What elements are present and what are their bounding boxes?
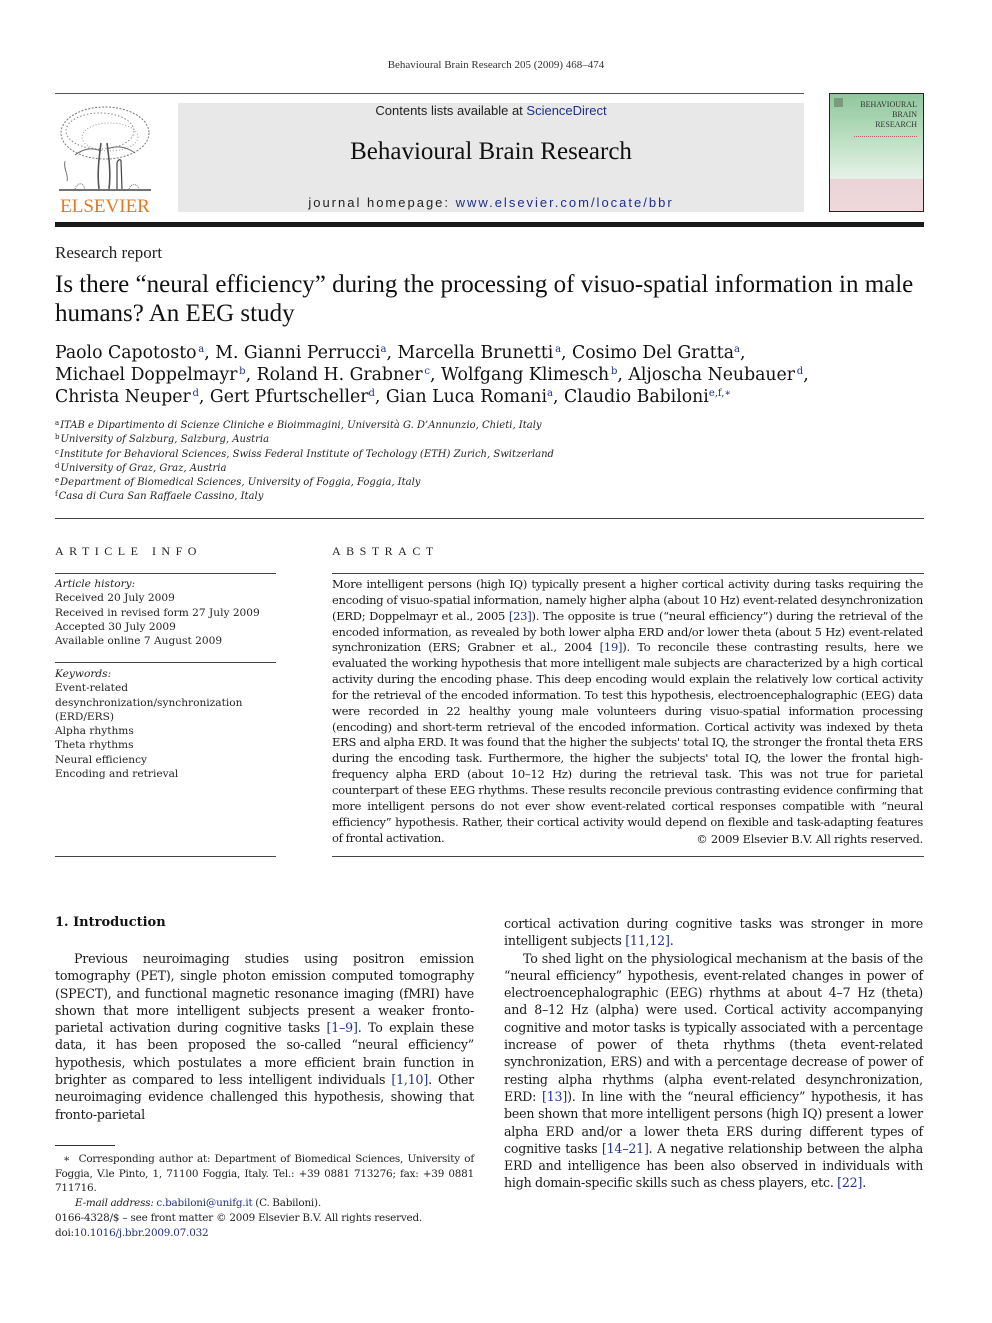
author[interactable]: Michael Doppelmayr	[55, 365, 237, 385]
citation-link[interactable]: [13]	[542, 1089, 567, 1104]
affiliation-item: c Institute for Behavioral Sciences, Swi…	[55, 447, 554, 460]
history-item: Available online 7 August 2009	[55, 635, 223, 648]
divider	[55, 573, 276, 574]
keyword-item: Theta rhythms	[55, 739, 134, 752]
sciencedirect-link[interactable]: ScienceDirect	[526, 103, 606, 118]
introduction-column-right: cortical activation during cognitive tas…	[504, 915, 923, 1192]
citation-link[interactable]: [22]	[837, 1175, 862, 1190]
affiliation-ref[interactable]: a	[734, 344, 740, 355]
article-title: Is there “neural efficiency” during the …	[55, 271, 914, 327]
divider	[332, 856, 924, 857]
cover-publisher-icon	[834, 98, 843, 107]
affiliation-item: a ITAB e Dipartimento di Scienze Clinich…	[55, 419, 542, 432]
article-history: Article history: Received 20 July 2009 R…	[55, 577, 285, 648]
issn-line: 0166-4328/$ – see front matter © 2009 El…	[55, 1212, 423, 1224]
running-head: Behavioural Brain Research 205 (2009) 46…	[387, 59, 605, 71]
keyword-item: Encoding and retrieval	[55, 768, 179, 781]
affiliation-item: e Department of Biomedical Sciences, Uni…	[55, 476, 421, 489]
doi-link[interactable]: 10.1016/j.bbr.2009.07.032	[74, 1227, 209, 1239]
journal-cover-thumbnail: BEHAVIOURAL BRAIN RESEARCH	[829, 93, 924, 212]
article-type: Research report	[55, 243, 163, 262]
author-list: Paolo Capotosto a, M. Gianni Perruccia, …	[55, 343, 809, 407]
affiliation-ref[interactable]: b	[239, 366, 245, 377]
introduction-heading: 1. Introduction	[55, 915, 166, 930]
email-label: E-mail address:	[75, 1196, 154, 1209]
history-item: Accepted 30 July 2009	[55, 620, 176, 633]
author[interactable]: Claudio Babiloni	[564, 387, 709, 407]
introduction-column-left: Previous neuroimaging studies using posi…	[55, 950, 474, 1123]
affiliation-item: b University of Salzburg, Salzburg, Aust…	[55, 433, 270, 446]
paragraph: Previous neuroimaging studies using posi…	[55, 951, 474, 1122]
author[interactable]: Roland H. Grabner	[257, 365, 423, 385]
keyword-item: desynchronization/synchronization	[55, 696, 243, 709]
keyword-item: Alpha rhythms	[55, 725, 134, 738]
affiliation-ref[interactable]: d	[368, 388, 374, 399]
abstract-heading: ABSTRACT	[332, 544, 439, 558]
homepage-prefix: journal homepage:	[308, 195, 456, 210]
journal-title: Behavioural Brain Research	[350, 138, 632, 165]
email-link[interactable]: c.babiloni@unifg.it	[156, 1197, 252, 1209]
elsevier-wordmark: ELSEVIER	[60, 196, 150, 217]
affiliation-ref[interactable]: a	[380, 344, 386, 355]
affiliation-ref[interactable]: b	[611, 366, 617, 377]
section-divider	[55, 518, 924, 519]
footnote-marker: ∗	[63, 1153, 70, 1165]
history-item: Received 20 July 2009	[55, 592, 175, 605]
homepage-link[interactable]: www.elsevier.com/locate/bbr	[456, 195, 674, 210]
affiliation-ref[interactable]: d	[797, 366, 803, 377]
history-label: Article history:	[55, 578, 136, 590]
abstract-text: More intelligent persons (high IQ) typic…	[332, 577, 924, 845]
citation-link[interactable]: [19]	[600, 640, 623, 654]
author[interactable]: Gert Pfurtscheller	[210, 387, 369, 407]
cover-subtitle-line	[854, 134, 917, 137]
author[interactable]: Cosimo Del Gratta	[572, 343, 734, 363]
keywords: Keywords: Event-related desynchronizatio…	[55, 667, 285, 781]
history-item: Received in revised form 27 July 2009	[55, 606, 260, 619]
article-info-heading: ARTICLE INFO	[55, 544, 202, 558]
top-divider	[55, 93, 804, 94]
affiliation-item: f Casa di Cura San Raffaele Cassino, Ita…	[55, 490, 264, 503]
citation-link[interactable]: [11,12]	[625, 933, 670, 948]
contents-availability: Contents lists available at ScienceDirec…	[178, 103, 804, 118]
keyword-item: Neural efficiency	[55, 753, 148, 766]
divider	[55, 856, 276, 857]
corresponding-author-footnote: ∗ Corresponding author at: Department of…	[55, 1153, 474, 1209]
affiliation-ref[interactable]: a	[198, 344, 204, 355]
divider	[332, 573, 924, 574]
header-thick-divider	[55, 222, 924, 227]
affiliation-ref[interactable]: a	[555, 344, 561, 355]
cover-title: BEHAVIOURAL BRAIN RESEARCH	[860, 100, 917, 129]
author[interactable]: Wolfgang Klimesch	[441, 365, 609, 385]
keyword-item: Event-related	[55, 682, 128, 695]
paragraph-continued: cortical activation during cognitive tas…	[504, 916, 923, 949]
divider	[55, 662, 276, 663]
keywords-label: Keywords:	[55, 668, 112, 680]
affiliation-item: d University of Graz, Graz, Austria	[55, 461, 227, 474]
affiliation-list: a ITAB e Dipartimento di Scienze Clinich…	[55, 419, 935, 505]
affiliation-ref[interactable]: a	[547, 388, 553, 399]
affiliation-ref[interactable]: e,f,∗	[709, 388, 731, 399]
author[interactable]: Paolo Capotosto	[55, 343, 197, 363]
citation-link[interactable]: [14–21]	[602, 1141, 649, 1156]
journal-homepage: journal homepage: www.elsevier.com/locat…	[178, 195, 804, 210]
author[interactable]: Aljoscha Neubauer	[628, 365, 795, 385]
paragraph: To shed light on the physiological mecha…	[504, 950, 923, 1191]
affiliation-ref[interactable]: d	[193, 388, 199, 399]
author[interactable]: Marcella Brunetti	[397, 343, 553, 363]
abstract-copyright: © 2009 Elsevier B.V. All rights reserved…	[696, 832, 923, 846]
affiliation-ref[interactable]: c	[424, 366, 430, 377]
keyword-item: (ERD/ERS)	[55, 710, 115, 723]
footnote-divider	[55, 1145, 115, 1146]
author[interactable]: Christa Neuper	[55, 387, 191, 407]
author[interactable]: Gian Luca Romani	[386, 387, 547, 407]
front-matter: 0166-4328/$ – see front matter © 2009 El…	[55, 1211, 474, 1241]
contents-prefix: Contents lists available at	[375, 103, 527, 118]
citation-link[interactable]: [23]	[509, 609, 532, 623]
author[interactable]: M. Gianni Perrucci	[215, 343, 380, 363]
citation-link[interactable]: [1,10]	[391, 1072, 428, 1087]
citation-link[interactable]: [1–9]	[327, 1020, 358, 1035]
